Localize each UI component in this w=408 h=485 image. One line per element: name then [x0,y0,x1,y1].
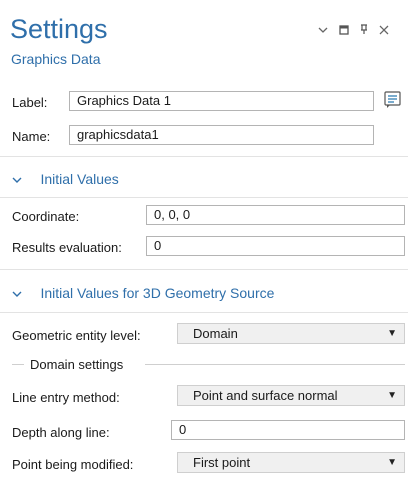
maximize-icon[interactable] [339,22,349,38]
entity-level-caption: Geometric entity level: [12,328,141,343]
dropdown-arrow-icon: ▼ [387,328,397,339]
close-icon[interactable] [379,22,389,38]
chevron-down-icon [12,175,30,187]
initial-values-header[interactable]: Initial Values [12,171,119,189]
geometry-source-header[interactable]: Initial Values for 3D Geometry Source [12,285,274,303]
divider [0,312,408,313]
point-modified-select[interactable]: First point ▼ [177,452,405,473]
point-modified-caption: Point being modified: [12,457,134,472]
chevron-down-icon [12,289,30,301]
depth-field[interactable]: 0 [171,420,405,440]
results-evaluation-caption: Results evaluation: [12,240,122,255]
pin-icon[interactable] [359,22,369,38]
divider [0,269,408,270]
name-caption: Name: [12,129,51,144]
results-evaluation-field[interactable]: 0 [146,236,405,256]
line-entry-caption: Line entry method: [12,390,120,405]
dropdown-arrow-icon: ▼ [387,457,397,468]
divider [0,156,408,157]
coordinate-caption: Coordinate: [12,209,80,224]
divider [0,197,408,198]
name-field[interactable]: graphicsdata1 [69,125,374,145]
line-entry-select[interactable]: Point and surface normal ▼ [177,385,405,406]
point-modified-value: First point [193,455,251,470]
section-title: Initial Values [40,171,119,187]
panel-subtitle: Graphics Data [11,51,101,67]
depth-caption: Depth along line: [12,425,110,440]
section-title: Initial Values for 3D Geometry Source [40,285,275,301]
entity-level-select[interactable]: Domain ▼ [177,323,405,344]
dropdown-arrow-icon: ▼ [387,390,397,401]
group-line [145,364,405,365]
collapse-icon[interactable] [318,22,328,38]
group-line [12,364,24,365]
label-caption: Label: [12,95,48,110]
domain-settings-title: Domain settings [30,357,124,372]
edit-label-icon[interactable] [383,90,403,110]
panel-title: Settings [10,14,108,44]
line-entry-value: Point and surface normal [193,388,338,403]
entity-level-value: Domain [193,326,238,341]
coordinate-field[interactable]: 0, 0, 0 [146,205,405,225]
label-field[interactable]: Graphics Data 1 [69,91,374,111]
